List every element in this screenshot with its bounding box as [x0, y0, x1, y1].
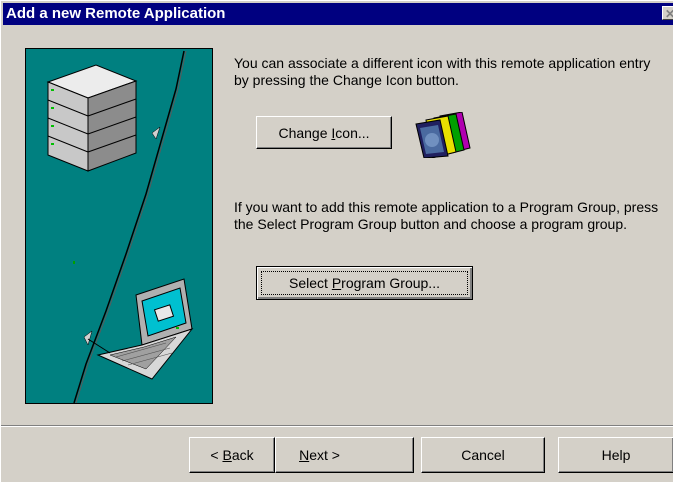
help-label: Help — [601, 447, 631, 463]
cancel-label: Cancel — [461, 447, 505, 463]
window-title: Add a new Remote Application — [6, 5, 226, 22]
wizard-illustration — [25, 48, 213, 404]
separator-highlight — [1, 426, 673, 427]
change-icon-button[interactable]: Change Icon... — [256, 116, 392, 149]
change-icon-label: Change Icon... — [278, 124, 370, 141]
close-button[interactable]: ✕ — [662, 6, 673, 21]
next-button[interactable]: Next > — [275, 437, 414, 473]
help-button[interactable]: Help — [558, 437, 673, 473]
dialog-window: Add a new Remote Application ✕ You can a… — [0, 0, 673, 482]
next-label: Next > — [299, 447, 340, 463]
title-bar[interactable]: Add a new Remote Application ✕ — [3, 3, 673, 25]
select-program-group-label: Select Program Group... — [289, 275, 440, 291]
application-icon-stack-icon — [415, 112, 471, 158]
select-program-group-button[interactable]: Select Program Group... — [256, 266, 473, 300]
intro-text: You can associate a different icon with … — [234, 55, 651, 88]
close-icon: ✕ — [664, 7, 673, 21]
cancel-button[interactable]: Cancel — [421, 437, 545, 473]
server-laptop-illustration-icon — [26, 49, 212, 403]
program-group-text: If you want to add this remote applicati… — [234, 199, 659, 232]
